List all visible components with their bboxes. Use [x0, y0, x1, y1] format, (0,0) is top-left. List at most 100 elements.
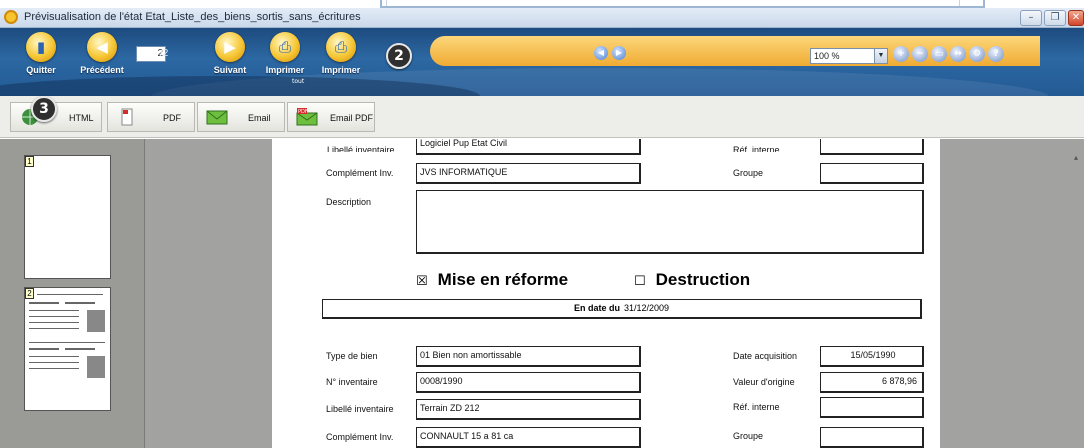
print-label: Imprimer: [321, 65, 361, 75]
thumbnail-line: [29, 310, 79, 311]
mise-en-reforme-label: Mise en réforme: [437, 270, 569, 289]
export-pdf-button[interactable]: PDF: [107, 102, 195, 132]
window-title: Prévisualisation de l'état Etat_Liste_de…: [24, 11, 361, 23]
thumbnail-line: [29, 342, 105, 343]
next-label: Suivant: [213, 65, 247, 75]
app-icon: [4, 10, 18, 24]
field-label: Groupe: [733, 168, 764, 178]
checkbox-unchecked-icon: ☐: [634, 274, 646, 289]
thumbnail-line: [29, 322, 79, 323]
thumbnail-line: [29, 328, 79, 329]
checkbox-checked-icon: ☒: [416, 274, 428, 289]
main-toolbar: ▮ Quitter ◀ Précédent 2 /2 ▶ Suivant ⎙ I…: [0, 28, 1084, 96]
fit-width-icon: ↔: [954, 49, 962, 59]
zoom-in-button[interactable]: +: [893, 46, 909, 62]
field-value-box: [820, 397, 924, 418]
field-label: Libellé inventaire: [326, 404, 394, 414]
field-label: Réf. interne: [733, 145, 780, 152]
page-total: /2: [160, 48, 169, 59]
thumbnail-line: [65, 348, 95, 350]
field-value-box: [820, 427, 924, 448]
envelope-pdf-icon: PDF: [296, 108, 318, 126]
export-email-pdf-button[interactable]: PDF Email PDF: [287, 102, 375, 132]
thumbnail-number: 2: [25, 288, 34, 299]
printer-icon: ⎙: [270, 32, 300, 62]
en-date-du-label: En date du: [573, 303, 620, 313]
zoom-select[interactable]: 100 % ▼: [810, 48, 888, 64]
zoom-out-button[interactable]: −: [912, 46, 928, 62]
help-button[interactable]: ?: [988, 46, 1004, 62]
last-page-button[interactable]: ▶: [612, 46, 626, 60]
field-value-box: Terrain ZD 212: [416, 399, 641, 420]
vertical-scrollbar[interactable]: ▴: [1072, 139, 1084, 448]
destruction-option: ☐ Destruction: [634, 270, 750, 290]
thumbnail-line: [29, 302, 59, 304]
field-value-box: 0008/1990: [416, 372, 641, 393]
field-value-box: 15/05/1990: [820, 346, 924, 367]
previous-label: Précédent: [80, 65, 124, 75]
thumbnail-line: [29, 356, 79, 357]
background-window-inner: [386, 0, 960, 6]
export-email-button[interactable]: Email: [197, 102, 285, 132]
export-email-label: Email: [248, 113, 271, 123]
close-button[interactable]: ✕: [1068, 10, 1084, 26]
callout-badge-3: 3: [31, 96, 57, 122]
thumbnail-block: [87, 310, 105, 332]
thumbnail-number: 1: [25, 156, 34, 167]
thumbnail-line: [29, 348, 59, 350]
first-page-button[interactable]: ◀: [594, 46, 608, 60]
export-toolbar: HTML 3 PDF Email PDF Email PDF: [0, 96, 1084, 138]
field-label: Groupe: [733, 431, 764, 441]
thumbnail-line: [37, 294, 103, 295]
field-label: N° inventaire: [326, 377, 378, 387]
thumbnail-line: [29, 362, 79, 363]
minimize-button[interactable]: –: [1020, 10, 1042, 26]
callout-badge-2: 2: [386, 43, 412, 69]
fit-page-button[interactable]: ▭: [931, 46, 947, 62]
navigation-strip: [430, 36, 1040, 66]
date-bar: En date du 31/12/2009: [322, 299, 922, 319]
field-value-box: 01 Bien non amortissable: [416, 346, 641, 367]
envelope-icon: [206, 110, 228, 125]
restore-button[interactable]: ❐: [1044, 10, 1066, 26]
en-date-du-value: 31/12/2009: [623, 303, 670, 313]
field-value-box: JVS INFORMATIQUE: [416, 163, 641, 184]
thumbnail-panel: 1 2: [0, 139, 145, 448]
gear-icon: ⚙: [972, 49, 982, 59]
field-label: Réf. interne: [733, 402, 780, 412]
app-window: Prévisualisation de l'état Etat_Liste_de…: [0, 0, 1084, 448]
print-all-sublabel: tout: [292, 78, 305, 85]
print-all-label: Imprimer: [265, 65, 305, 75]
field-label: Complément Inv.: [326, 168, 394, 178]
zoom-out-icon: −: [916, 49, 924, 59]
print-button[interactable]: ⎙ Imprimer: [314, 32, 368, 88]
quit-button[interactable]: ▮ Quitter: [14, 32, 68, 88]
field-value-box: [820, 163, 924, 184]
previous-button[interactable]: ◀ Précédent: [75, 32, 129, 88]
export-pdf-label: PDF: [163, 113, 181, 123]
field-value-box: [820, 139, 924, 155]
page-thumbnail-2[interactable]: 2: [24, 287, 111, 411]
quit-label: Quitter: [26, 65, 56, 75]
fit-width-button[interactable]: ↔: [950, 46, 966, 62]
thumbnail-block: [87, 356, 105, 378]
help-icon: ?: [993, 49, 999, 59]
pdf-icon-text: PDF: [298, 109, 308, 115]
field-value-box: 6 878,96: [820, 372, 924, 393]
background-window-edge: [0, 0, 1084, 8]
field-label: Complément Inv.: [326, 432, 394, 442]
settings-button[interactable]: ⚙: [969, 46, 985, 62]
arrow-right-icon: ▶: [215, 32, 245, 62]
field-value-box: Logiciel Pup Etat Civil: [416, 139, 641, 155]
page-thumbnail-1[interactable]: 1: [24, 155, 111, 279]
export-email-pdf-label: Email PDF: [330, 113, 374, 123]
door-icon: ▮: [26, 32, 56, 62]
field-value-box: CONNAULT 15 a 81 ca: [416, 427, 641, 448]
thumbnail-line: [65, 302, 95, 304]
title-bar: Prévisualisation de l'état Etat_Liste_de…: [0, 8, 1084, 28]
zoom-value: 100 %: [814, 51, 840, 61]
destruction-label: Destruction: [655, 270, 751, 289]
next-button[interactable]: ▶ Suivant: [203, 32, 257, 88]
print-all-button[interactable]: ⎙ Imprimer tout: [258, 32, 312, 88]
scroll-marker-icon: ▴: [1074, 153, 1079, 162]
